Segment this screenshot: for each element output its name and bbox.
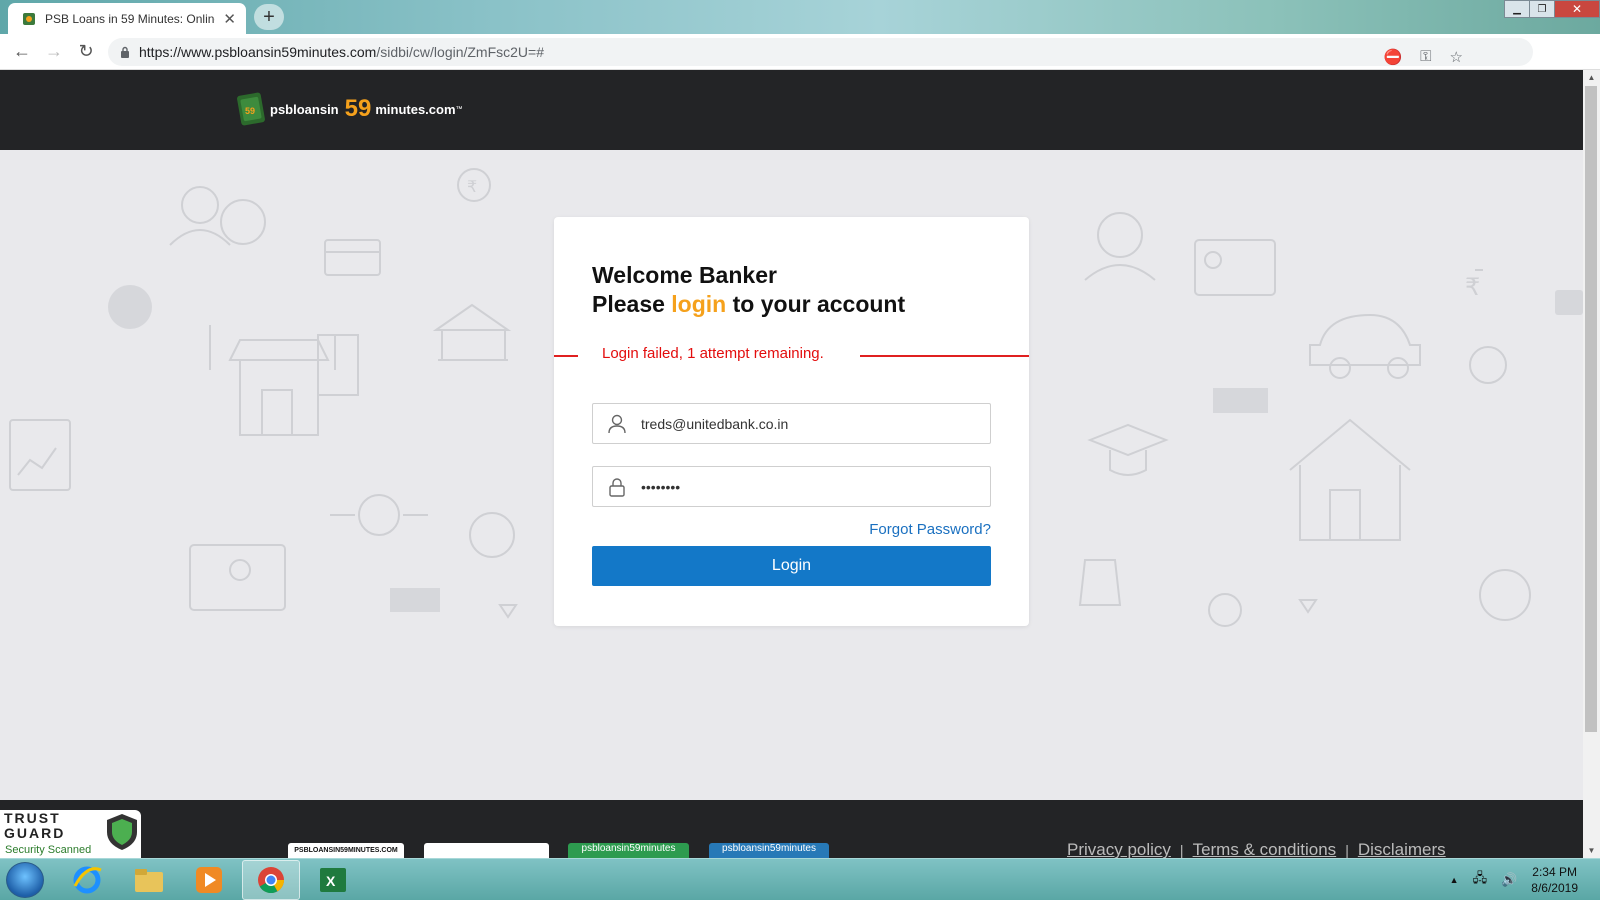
logo-number: 59 <box>344 95 372 122</box>
footer-separator: | <box>1179 842 1184 858</box>
privacy-policy-link[interactable]: Privacy policy <box>1067 840 1171 858</box>
login-card: Welcome Banker Please login to your acco… <box>554 217 1029 626</box>
url-path: /sidbi/cw/login/ZmFsc2U=# <box>376 44 545 60</box>
browser-toolbar: ← → ↻ https://www.psbloansin59minutes.co… <box>0 34 1600 96</box>
reload-icon[interactable]: ↻ <box>70 41 102 62</box>
partner-badge-3[interactable]: psbloansin59minutes <box>568 843 689 858</box>
blocked-icon[interactable]: ⛔ <box>1383 48 1402 66</box>
site-footer: TRUST GUARD Security Scanned PSBLOANSIN5… <box>0 800 1583 858</box>
padlock-icon <box>593 477 641 497</box>
new-tab-button[interactable]: + <box>254 4 284 30</box>
start-button-icon[interactable] <box>6 862 44 898</box>
file-explorer-icon[interactable] <box>120 860 178 900</box>
trustguard-caption: Security Scanned <box>5 844 92 856</box>
trustguard-badge[interactable]: TRUST GUARD Security Scanned <box>0 810 141 858</box>
shield-icon <box>107 814 137 850</box>
svg-text:₹: ₹ <box>1465 274 1480 301</box>
browser-tab[interactable]: PSB Loans in 59 Minutes: Online ✕ <box>8 3 246 34</box>
login-subheading: Please login to your account <box>592 290 905 319</box>
error-banner: Login failed, 1 attempt remaining. <box>554 345 1029 367</box>
clock-date: 8/6/2019 <box>1531 881 1578 895</box>
star-icon[interactable]: ☆ <box>1450 48 1463 66</box>
tab-title: PSB Loans in 59 Minutes: Online <box>45 11 216 26</box>
site-header: 59 psbloansin 59 minutes.com ™ <box>0 70 1583 150</box>
scroll-up-icon[interactable]: ▲ <box>1583 73 1600 82</box>
system-tray: ▲ 🖧 🔊 2:34 PM 8/6/2019 <box>1450 859 1600 900</box>
minimize-button[interactable]: ▁ <box>1504 0 1530 18</box>
close-window-button[interactable]: ✕ <box>1554 0 1600 18</box>
partner-badge-4[interactable]: psbloansin59minutes <box>709 843 829 858</box>
greeting-text: Welcome Banker <box>592 262 777 288</box>
login-button[interactable]: Login <box>592 546 991 586</box>
svg-text:X: X <box>326 873 336 889</box>
site-favicon-icon <box>23 12 35 25</box>
page-content: 59 psbloansin 59 minutes.com ™ ₹ ₹ Welco… <box>0 70 1583 858</box>
forgot-password-link[interactable]: Forgot Password? <box>869 521 991 538</box>
user-icon <box>593 414 641 434</box>
browser-titlebar: PSB Loans in 59 Minutes: Online ✕ + ▁ ❐ … <box>0 0 1600 34</box>
partner-badge-1[interactable]: PSBLOANSIN59MINUTES.COM <box>288 843 404 858</box>
trustguard-line2: GUARD <box>4 825 66 841</box>
windows-taskbar: X ▲ 🖧 🔊 2:34 PM 8/6/2019 <box>0 858 1600 900</box>
partner-badge-2[interactable] <box>424 843 549 858</box>
scroll-down-icon[interactable]: ▼ <box>1583 846 1600 855</box>
email-input[interactable] <box>641 415 961 432</box>
disclaimers-link[interactable]: Disclaimers <box>1358 840 1446 858</box>
subheading-suffix: to your account <box>726 291 906 317</box>
login-heading: Welcome Banker Please login to your acco… <box>592 261 905 319</box>
scrollbar-thumb[interactable] <box>1585 86 1597 732</box>
excel-icon[interactable]: X <box>304 860 362 900</box>
subheading-highlight: login <box>671 291 727 317</box>
terms-link[interactable]: Terms & conditions <box>1193 840 1337 858</box>
page-scrollbar[interactable]: ▲ ▼ <box>1583 70 1600 858</box>
svg-text:59: 59 <box>245 106 255 116</box>
error-divider-left <box>554 355 578 357</box>
logo-trademark: ™ <box>455 105 463 113</box>
logo-mark-icon: 59 <box>237 92 265 126</box>
svg-text:₹: ₹ <box>467 179 477 196</box>
window-controls: ▁ ❐ ✕ <box>1504 0 1600 18</box>
error-message: Login failed, 1 attempt remaining. <box>602 345 824 362</box>
forward-arrow-icon[interactable]: → <box>38 41 70 62</box>
password-field <box>592 466 991 507</box>
back-arrow-icon[interactable]: ← <box>6 41 38 62</box>
error-divider-right <box>860 355 1029 357</box>
logo-text-right: minutes.com <box>375 101 456 117</box>
email-field <box>592 403 991 444</box>
tab-close-icon[interactable]: ✕ <box>223 10 236 28</box>
maximize-button[interactable]: ❐ <box>1529 0 1555 18</box>
trustguard-line1: TRUST <box>4 810 61 826</box>
lock-icon <box>121 46 129 58</box>
network-icon[interactable]: 🖧 <box>1473 869 1488 891</box>
site-logo[interactable]: 59 psbloansin 59 minutes.com ™ <box>236 92 463 126</box>
url-host: https://www.psbloansin59minutes.com <box>139 44 377 60</box>
clock-time: 2:34 PM <box>1532 865 1577 879</box>
media-player-icon[interactable] <box>180 860 238 900</box>
footer-links: Privacy policy | Terms & conditions | Discla… <box>1067 840 1446 858</box>
password-input[interactable] <box>641 478 961 495</box>
address-bar[interactable]: https://www.psbloansin59minutes.com/sidb… <box>108 38 1533 66</box>
logo-text-left: psbloansin <box>270 101 339 117</box>
system-clock[interactable]: 2:34 PM 8/6/2019 <box>1531 864 1578 896</box>
tray-expand-icon[interactable]: ▲ <box>1450 875 1459 885</box>
chrome-icon[interactable] <box>242 860 300 900</box>
subheading-prefix: Please <box>592 291 672 317</box>
key-icon[interactable]: ⚿ <box>1420 48 1431 66</box>
footer-separator: | <box>1345 842 1349 858</box>
volume-icon[interactable]: 🔊 <box>1501 872 1517 888</box>
internet-explorer-icon[interactable] <box>58 860 116 900</box>
